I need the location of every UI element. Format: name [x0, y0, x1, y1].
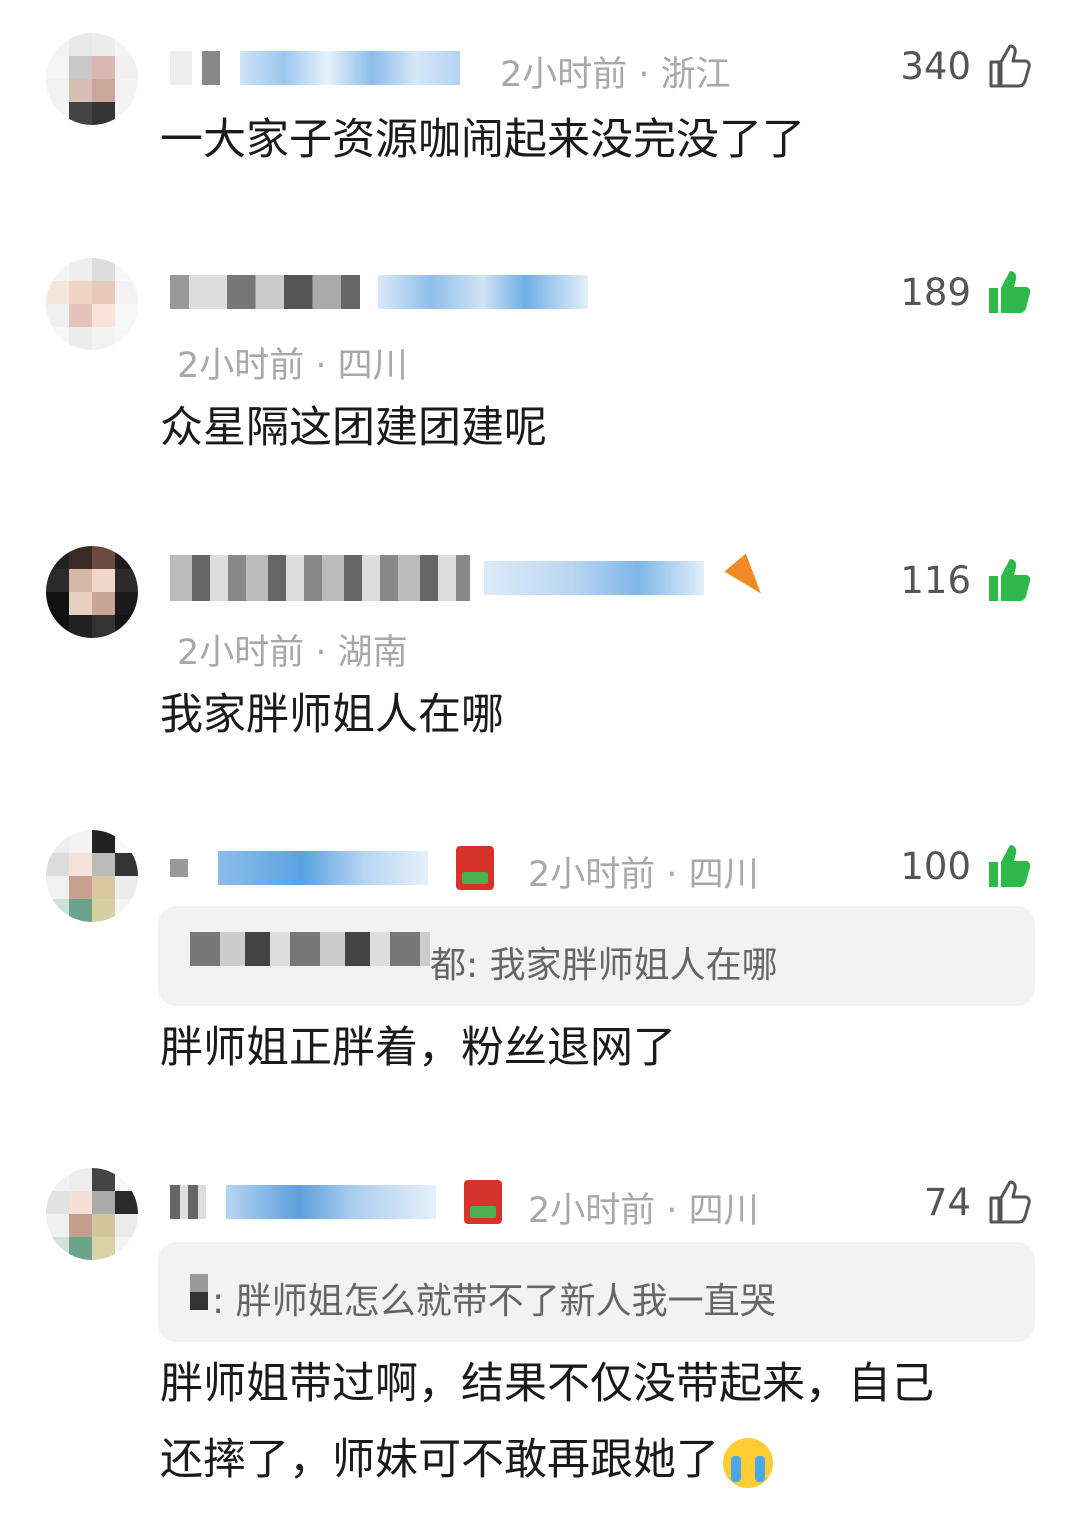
comment-text: 一大家子资源咖闹起来没完没了了 [160, 115, 805, 165]
like-count: 340 [900, 44, 971, 88]
reply-quote[interactable]: 都: 我家胖师姐人在哪 [158, 906, 1035, 1006]
thumbs-up-outline-icon[interactable] [985, 42, 1033, 90]
username-blurred[interactable] [170, 553, 772, 603]
like-count: 74 [923, 1180, 971, 1224]
like-count: 189 [900, 270, 971, 314]
time-location: 2小时前 · 四川 [528, 855, 759, 895]
username-blurred[interactable] [170, 48, 460, 88]
like-count: 116 [900, 558, 971, 602]
like-button[interactable]: 74 [924, 1178, 1033, 1226]
time-location: 2小时前 · 四川 [177, 346, 408, 386]
reply-quote-text: : 胖师姐怎么就带不了新人我一直哭 [212, 1281, 776, 1322]
username-blurred[interactable] [170, 1180, 502, 1224]
like-button[interactable]: 340 [900, 42, 1033, 90]
avatar[interactable] [46, 830, 138, 922]
carrot-badge-icon [724, 553, 772, 603]
book-badge-icon [464, 1180, 502, 1224]
reply-quote[interactable]: : 胖师姐怎么就带不了新人我一直哭 [158, 1242, 1035, 1342]
avatar[interactable] [46, 546, 138, 638]
thumbs-up-filled-icon[interactable] [985, 556, 1033, 604]
book-badge-icon [456, 846, 494, 890]
thumbs-up-filled-icon[interactable] [985, 268, 1033, 316]
like-button[interactable]: 116 [900, 556, 1033, 604]
comment-text: 我家胖师姐人在哪 [160, 690, 504, 740]
time-location: 2小时前 · 湖南 [177, 633, 408, 673]
comment-text-line-2: 还摔了，师妹可不敢再跟她了 [160, 1435, 719, 1485]
comment-text-line-2-wrap: 还摔了，师妹可不敢再跟她了 [160, 1422, 773, 1498]
comment-text: 胖师姐正胖着，粉丝退网了 [160, 1023, 676, 1073]
reply-username-blurred [190, 932, 430, 966]
thumbs-up-outline-icon[interactable] [985, 1178, 1033, 1226]
avatar[interactable] [46, 258, 138, 350]
comment-text-line-1: 胖师姐带过啊，结果不仅没带起来，自己 [160, 1359, 934, 1409]
username-blurred[interactable] [170, 846, 494, 890]
time-location: 2小时前 · 浙江 [500, 55, 731, 95]
reply-username-blurred [190, 1274, 208, 1310]
crying-emoji-icon [723, 1437, 773, 1488]
username-blurred[interactable] [170, 272, 588, 312]
like-button[interactable]: 100 [900, 842, 1033, 890]
avatar[interactable] [46, 33, 138, 125]
thumbs-up-filled-icon[interactable] [985, 842, 1033, 890]
reply-quote-text: 都: 我家胖师姐人在哪 [430, 945, 778, 986]
comment-text: 众星隔这团建团建呢 [160, 403, 547, 453]
like-count: 100 [900, 844, 971, 888]
time-location: 2小时前 · 四川 [528, 1191, 759, 1231]
like-button[interactable]: 189 [900, 268, 1033, 316]
avatar[interactable] [46, 1168, 138, 1260]
